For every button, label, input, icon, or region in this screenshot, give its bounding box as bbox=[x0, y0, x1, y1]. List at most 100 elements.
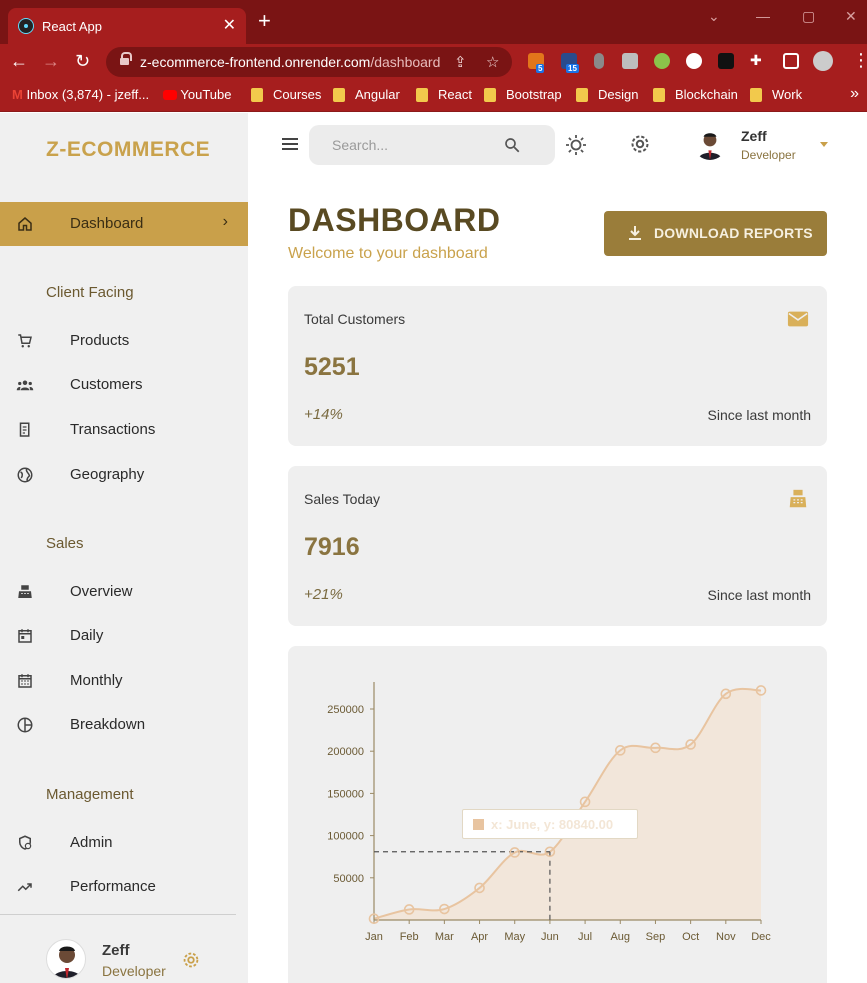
sidebar-item-label: Admin bbox=[70, 834, 113, 851]
bookmark-folder[interactable]: Angular bbox=[355, 87, 400, 102]
side-panel-icon[interactable] bbox=[783, 53, 799, 69]
menu-kebab-icon[interactable]: ⋮ bbox=[852, 51, 867, 69]
sidebar-item-daily[interactable]: Daily bbox=[0, 614, 248, 658]
brand-logo[interactable]: Z-ECOMMERCE bbox=[46, 138, 210, 162]
download-reports-button[interactable]: DOWNLOAD REPORTS bbox=[604, 211, 827, 256]
forward-icon[interactable]: → bbox=[42, 52, 60, 70]
receipt-icon bbox=[19, 422, 30, 437]
maximize-button[interactable]: ▢ bbox=[802, 8, 815, 25]
stat-period: Since last month bbox=[707, 407, 812, 423]
y-tick-label: 250000 bbox=[327, 704, 364, 716]
tab-close-icon[interactable]: ✕ bbox=[223, 15, 236, 35]
star-icon[interactable]: ☆ bbox=[486, 53, 499, 71]
stat-value: 7916 bbox=[304, 533, 360, 561]
target-extension-icon[interactable] bbox=[654, 53, 670, 69]
tab-title: React App bbox=[42, 19, 102, 34]
search-input[interactable] bbox=[309, 125, 509, 165]
stat-title: Sales Today bbox=[304, 491, 381, 507]
youtube-bookmark[interactable]: YouTube bbox=[163, 87, 231, 102]
sidebar-item-performance[interactable]: Performance bbox=[0, 865, 248, 909]
sidebar-item-label: Monthly bbox=[70, 672, 123, 689]
sidebar: Z-ECOMMERCE Dashboard › Client Facing Pr… bbox=[0, 113, 248, 983]
home-icon bbox=[18, 217, 32, 231]
dropdown-arrow-icon[interactable] bbox=[820, 142, 828, 147]
cart-icon bbox=[18, 334, 32, 348]
bookmark-folder[interactable]: Courses bbox=[273, 87, 321, 102]
close-window-button[interactable]: ✕ bbox=[845, 8, 857, 25]
settings-icon[interactable] bbox=[628, 132, 652, 156]
sidebar-item-label: Products bbox=[70, 332, 130, 349]
tab-search-icon[interactable]: ⌄ bbox=[708, 8, 720, 25]
sidebar-user-name: Zeff bbox=[102, 942, 130, 959]
profile-avatar[interactable] bbox=[813, 51, 833, 71]
x-tick-label: Nov bbox=[716, 931, 736, 943]
bookmark-folder[interactable]: Design bbox=[598, 87, 638, 102]
light-mode-icon[interactable] bbox=[564, 133, 588, 157]
avatar[interactable] bbox=[694, 128, 726, 160]
arrow-extension-icon[interactable] bbox=[718, 53, 734, 69]
code-extension-icon[interactable] bbox=[686, 53, 702, 69]
lock-icon bbox=[120, 52, 132, 67]
sidebar-item-transactions[interactable]: Transactions bbox=[0, 408, 248, 452]
calendar-today-icon bbox=[18, 629, 32, 643]
y-tick-label: 200000 bbox=[327, 746, 364, 758]
minimize-button[interactable]: — bbox=[756, 8, 770, 24]
back-icon[interactable]: ← bbox=[10, 52, 28, 70]
trending-up-icon bbox=[17, 883, 32, 892]
extension-badge: 15 bbox=[566, 64, 579, 73]
chevron-right-icon: › bbox=[222, 213, 228, 230]
bookmark-folder[interactable]: Bootstrap bbox=[506, 87, 562, 102]
x-tick-label: Aug bbox=[610, 931, 630, 943]
x-tick-label: Mar bbox=[435, 931, 454, 943]
sidebar-item-breakdown[interactable]: Breakdown bbox=[0, 703, 248, 747]
page-subtitle: Welcome to your dashboard bbox=[288, 245, 488, 262]
camera-extension-icon[interactable] bbox=[622, 53, 638, 69]
browser-tab[interactable]: React App ✕ bbox=[8, 8, 246, 44]
settings-icon[interactable] bbox=[180, 949, 202, 971]
y-tick-label: 50000 bbox=[333, 873, 364, 885]
react-icon bbox=[18, 18, 34, 34]
sidebar-item-label: Transactions bbox=[70, 421, 156, 438]
bookmark-folder[interactable]: React bbox=[438, 87, 472, 102]
sidebar-item-monthly[interactable]: Monthly bbox=[0, 659, 248, 703]
bookmark-folder[interactable]: Blockchain bbox=[675, 87, 738, 102]
address-bar[interactable]: z-ecommerce-frontend.onrender.com/dashbo… bbox=[106, 47, 512, 77]
sidebar-item-label: Breakdown bbox=[70, 716, 146, 733]
chart-area-fill bbox=[374, 688, 761, 920]
topbar-user-name[interactable]: Zeff bbox=[741, 128, 767, 144]
new-tab-button[interactable]: + bbox=[258, 10, 271, 32]
sidebar-item-products[interactable]: Products bbox=[0, 319, 248, 363]
email-icon bbox=[787, 311, 809, 327]
more-bookmarks-icon[interactable]: » bbox=[850, 85, 859, 103]
share-icon[interactable]: ⇪ bbox=[454, 53, 467, 71]
globe-icon bbox=[17, 467, 33, 483]
search-icon[interactable] bbox=[503, 136, 521, 154]
sidebar-item-admin[interactable]: Admin bbox=[0, 821, 248, 865]
youtube-icon bbox=[163, 90, 177, 100]
x-tick-label: Apr bbox=[471, 931, 488, 943]
y-tick-label: 100000 bbox=[327, 831, 364, 843]
pie-chart-icon bbox=[17, 717, 33, 733]
sidebar-item-overview[interactable]: Overview bbox=[0, 570, 248, 614]
groups-icon bbox=[16, 380, 34, 391]
sidebar-item-geography[interactable]: Geography bbox=[0, 453, 248, 497]
puzzle-icon[interactable]: ✚ bbox=[750, 52, 766, 68]
reload-icon[interactable]: ↻ bbox=[75, 52, 90, 70]
section-management: Management bbox=[46, 786, 134, 803]
sidebar-item-dashboard[interactable]: Dashboard › bbox=[0, 202, 248, 246]
x-tick-label: Feb bbox=[400, 931, 419, 943]
mouse-extension-icon[interactable] bbox=[594, 53, 604, 69]
calendar-month-icon bbox=[18, 674, 32, 688]
topbar-user-role: Developer bbox=[741, 148, 796, 162]
sidebar-item-customers[interactable]: Customers bbox=[0, 363, 248, 407]
menu-icon[interactable] bbox=[282, 138, 300, 152]
sidebar-item-label: Overview bbox=[70, 583, 133, 600]
point-of-sale-icon bbox=[789, 489, 807, 508]
bookmark-folder[interactable]: Work bbox=[772, 87, 802, 102]
browser-toolbar: ← → ↻ z-ecommerce-frontend.onrender.com/… bbox=[0, 44, 867, 80]
gmail-bookmark[interactable]: M Inbox (3,874) - jzeff... bbox=[12, 87, 149, 102]
sidebar-item-label: Daily bbox=[70, 627, 104, 644]
browser-titlebar: React App ✕ + ⌄ — ▢ ✕ bbox=[0, 0, 867, 44]
download-icon bbox=[629, 226, 641, 240]
x-tick-label: Jan bbox=[365, 931, 383, 943]
